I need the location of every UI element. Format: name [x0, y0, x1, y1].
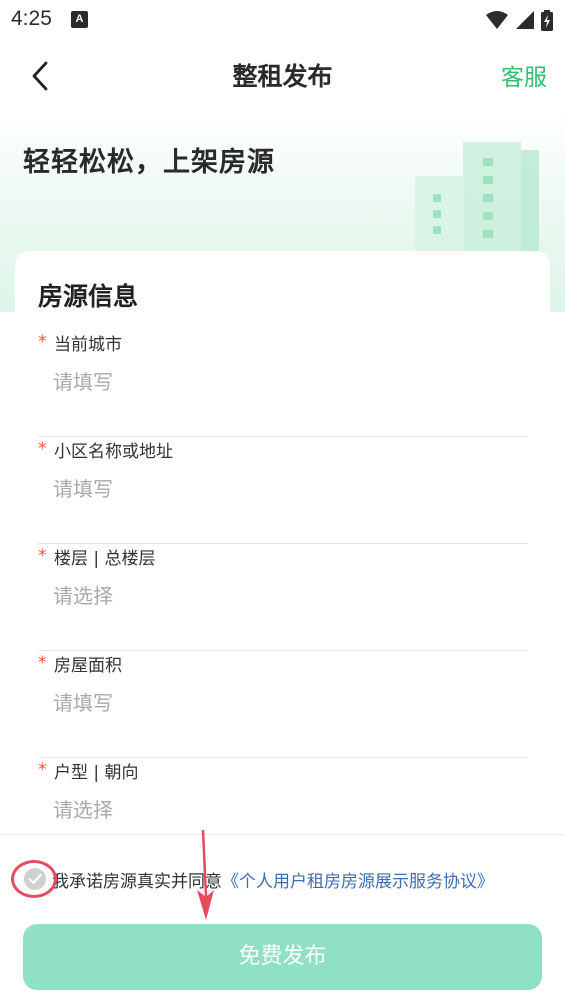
customer-service-button[interactable]: 客服 — [501, 58, 547, 92]
wifi-icon — [486, 11, 508, 29]
field-current-city: * 当前城市 请填写 — [38, 330, 528, 437]
community-address-input[interactable]: 请填写 — [53, 471, 513, 507]
required-mark: * — [38, 760, 47, 780]
field-label: 楼层 | 总楼层 — [54, 548, 156, 569]
required-mark: * — [38, 546, 47, 566]
signal-icon — [516, 11, 534, 29]
listing-info-card: 房源信息 * 当前城市 请填写 * 小区名称或地址 请填写 * 楼层 | 总楼层… — [15, 251, 550, 851]
field-label: 小区名称或地址 — [54, 441, 173, 462]
bottom-action-bar: 我承诺房源真实并同意 《个人用户租房房源展示服务协议》 免费发布 — [0, 834, 565, 1004]
annotation-arrow-icon — [197, 830, 214, 920]
required-mark: * — [38, 332, 47, 352]
required-mark: * — [38, 439, 47, 459]
hero-slogan: 轻轻松松，上架房源 — [23, 147, 275, 178]
page-title: 整租发布 — [232, 62, 333, 91]
field-floor: * 楼层 | 总楼层 请选择 — [38, 544, 528, 651]
layout-orientation-select[interactable]: 请选择 — [53, 792, 513, 828]
section-title: 房源信息 — [38, 282, 139, 311]
field-label: 户型 | 朝向 — [54, 762, 139, 783]
field-community-address: * 小区名称或地址 请填写 — [38, 437, 528, 544]
field-area: * 房屋面积 请填写 — [38, 651, 528, 758]
field-label: 当前城市 — [54, 334, 122, 355]
a-icon: A — [71, 11, 88, 28]
required-mark: * — [38, 653, 47, 673]
agreement-link[interactable]: 《个人用户租房房源展示服务协议》 — [222, 867, 494, 892]
status-time: 4:25 — [11, 7, 52, 30]
field-label: 房屋面积 — [54, 655, 122, 676]
nav-header: 整租发布 客服 — [0, 40, 565, 112]
free-publish-button[interactable]: 免费发布 — [23, 924, 542, 990]
area-input[interactable]: 请填写 — [53, 685, 513, 721]
annotation-circle — [11, 860, 57, 898]
city-input[interactable]: 请填写 — [53, 364, 513, 400]
floor-select[interactable]: 请选择 — [53, 578, 513, 614]
battery-icon — [541, 9, 553, 31]
building-icon — [415, 142, 539, 266]
status-icons — [485, 9, 553, 31]
status-bar: 4:25 A — [0, 0, 565, 40]
agreement-row: 我承诺房源真实并同意 《个人用户租房房源展示服务协议》 — [14, 863, 494, 895]
